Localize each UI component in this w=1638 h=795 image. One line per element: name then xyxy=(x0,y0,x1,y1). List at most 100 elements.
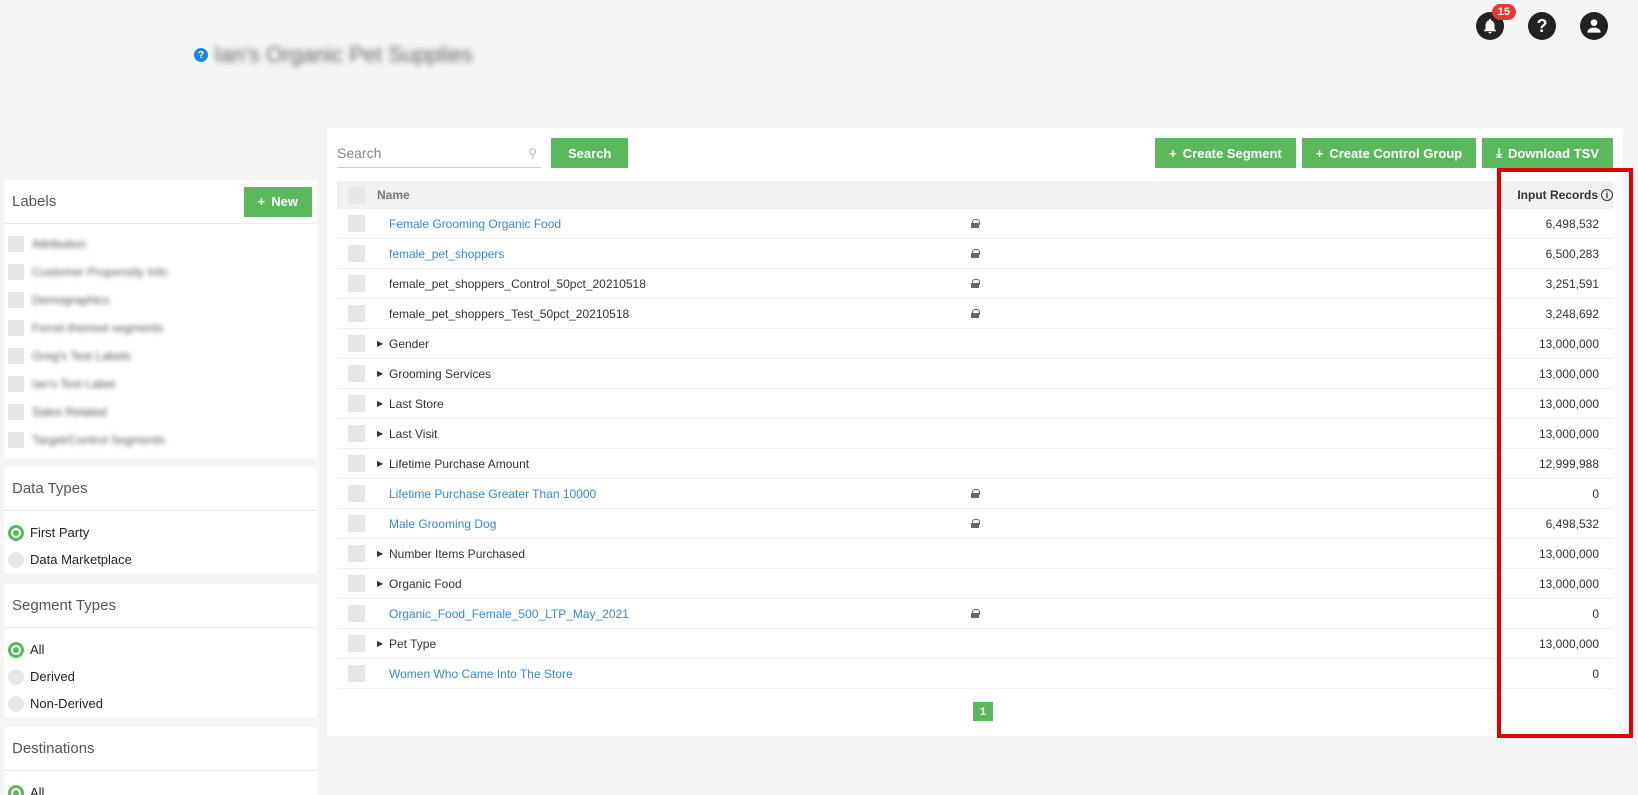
radio-button[interactable] xyxy=(8,784,24,795)
label-item[interactable]: Attribution xyxy=(8,230,317,258)
row-checkbox[interactable] xyxy=(347,275,365,292)
label-item[interactable]: Ian's Test Label xyxy=(8,370,317,398)
row-checkbox[interactable] xyxy=(347,395,365,412)
expand-triangle-icon[interactable]: ▶ xyxy=(377,639,385,648)
table-row: female_pet_shoppers_Test_50pct_20210518 3… xyxy=(337,299,1613,329)
destination-option[interactable]: All xyxy=(8,779,317,795)
row-checkbox[interactable] xyxy=(347,455,365,472)
segment-name[interactable]: Grooming Services xyxy=(389,367,491,381)
labels-panel: Labels + New Attribution Customer Propensi… xyxy=(4,180,317,458)
row-lock-cell xyxy=(955,309,995,318)
label-checkbox[interactable] xyxy=(8,404,24,420)
segment-link[interactable]: Male Grooming Dog xyxy=(389,517,496,531)
search-input[interactable] xyxy=(337,144,507,161)
segment-name[interactable]: Last Visit xyxy=(389,427,437,441)
label-item[interactable]: Greg's Test Labels xyxy=(8,342,317,370)
row-checkbox[interactable] xyxy=(347,335,365,352)
search-button[interactable]: Search xyxy=(551,138,629,168)
label-checkbox[interactable] xyxy=(8,264,24,280)
help-icon[interactable]: ? xyxy=(1528,12,1556,40)
segment-name[interactable]: Gender xyxy=(389,337,429,351)
segment-type-option[interactable]: All xyxy=(8,636,317,663)
search-box: ⚲ xyxy=(337,138,541,168)
user-account-icon[interactable] xyxy=(1580,12,1608,40)
destination-option-label: All xyxy=(30,785,45,795)
new-label-button[interactable]: + New xyxy=(243,186,312,217)
data-type-option[interactable]: First Party xyxy=(8,519,317,546)
table-header: Name Input Records i xyxy=(337,181,1613,209)
row-checkbox[interactable] xyxy=(347,665,365,682)
expand-triangle-icon[interactable]: ▶ xyxy=(377,579,385,588)
row-checkbox[interactable] xyxy=(347,485,365,502)
segment-name[interactable]: Last Store xyxy=(389,397,444,411)
radio-button[interactable] xyxy=(8,641,24,658)
expand-triangle-icon[interactable]: ▶ xyxy=(377,429,385,438)
label-checkbox[interactable] xyxy=(8,348,24,364)
segment-link[interactable]: Women Who Came Into The Store xyxy=(389,667,573,681)
row-checkbox[interactable] xyxy=(347,635,365,652)
data-type-option[interactable]: Data Marketplace xyxy=(8,546,317,573)
select-all-checkbox[interactable] xyxy=(347,186,365,204)
create-control-group-button[interactable]: + Create Control Group xyxy=(1301,138,1477,168)
segment-link[interactable]: Female Grooming Organic Food xyxy=(389,217,561,231)
radio-button[interactable] xyxy=(8,524,24,541)
label-item[interactable]: Ferret-themed segments xyxy=(8,314,317,342)
segment-name[interactable]: Pet Type xyxy=(389,637,436,651)
segment-name[interactable]: Number Items Purchased xyxy=(389,547,525,561)
table-row: ▶ Grooming Services 13,000,000 xyxy=(337,359,1613,389)
expand-triangle-icon[interactable]: ▶ xyxy=(377,369,385,378)
brand-help-icon[interactable]: ? xyxy=(194,48,208,62)
label-item[interactable]: Demographics xyxy=(8,286,317,314)
row-name-cell: ▶ Number Items Purchased xyxy=(375,547,955,561)
segment-name[interactable]: Organic Food xyxy=(389,577,462,591)
label-checkbox[interactable] xyxy=(8,320,24,336)
segment-name: female_pet_shoppers_Control_50pct_202105… xyxy=(389,276,646,291)
info-icon[interactable]: i xyxy=(1601,189,1613,201)
radio-button[interactable] xyxy=(8,551,24,568)
label-item[interactable]: Sales Related xyxy=(8,398,317,426)
row-checkbox[interactable] xyxy=(347,545,365,562)
label-checkbox[interactable] xyxy=(8,432,24,448)
expand-triangle-icon[interactable]: ▶ xyxy=(377,399,385,408)
row-checkbox[interactable] xyxy=(347,605,365,622)
label-text: Sales Related xyxy=(32,405,107,419)
label-item[interactable]: Customer Propensity Info xyxy=(8,258,317,286)
row-checkbox[interactable] xyxy=(347,515,365,532)
label-checkbox[interactable] xyxy=(8,376,24,392)
segment-type-option[interactable]: Derived xyxy=(8,663,317,690)
table-row: Women Who Came Into The Store 0 xyxy=(337,659,1613,689)
segment-link[interactable]: female_pet_shoppers xyxy=(389,247,504,261)
expand-triangle-icon[interactable]: ▶ xyxy=(377,459,385,468)
label-item[interactable]: Target/Control Segments xyxy=(8,426,317,454)
row-checkbox[interactable] xyxy=(347,215,365,232)
row-checkbox[interactable] xyxy=(347,575,365,592)
segment-link[interactable]: Organic_Food_Female_500_LTP_May_2021 xyxy=(389,607,629,621)
label-checkbox[interactable] xyxy=(8,236,24,252)
radio-button[interactable] xyxy=(8,695,24,712)
label-checkbox[interactable] xyxy=(8,292,24,308)
radio-button[interactable] xyxy=(8,668,24,685)
row-name-cell: ▶ Last Store xyxy=(375,397,955,411)
row-checkbox-cell xyxy=(337,395,375,412)
col-name-header[interactable]: Name xyxy=(375,188,955,202)
table-row: female_pet_shoppers 6,500,283 xyxy=(337,239,1613,269)
create-segment-button[interactable]: + Create Segment xyxy=(1155,138,1296,168)
input-records-value: 13,000,000 xyxy=(1538,576,1599,591)
segment-name[interactable]: Lifetime Purchase Amount xyxy=(389,457,529,471)
notifications-bell-icon[interactable]: 15 xyxy=(1476,4,1516,40)
segment-type-option[interactable]: Non-Derived xyxy=(8,690,317,717)
row-checkbox-cell xyxy=(337,575,375,592)
expand-triangle-icon[interactable]: ▶ xyxy=(377,339,385,348)
row-lock-cell xyxy=(955,489,995,498)
page-1-button[interactable]: 1 xyxy=(973,702,993,721)
segment-link[interactable]: Lifetime Purchase Greater Than 10000 xyxy=(389,487,596,501)
col-input-records-header[interactable]: Input Records i xyxy=(1453,188,1613,202)
row-checkbox[interactable] xyxy=(347,365,365,382)
row-checkbox[interactable] xyxy=(347,245,365,262)
row-checkbox[interactable] xyxy=(347,425,365,442)
plus-icon: + xyxy=(257,194,266,209)
expand-triangle-icon[interactable]: ▶ xyxy=(377,549,385,558)
row-name-cell: Lifetime Purchase Greater Than 10000 xyxy=(375,487,955,501)
row-checkbox[interactable] xyxy=(347,305,365,322)
download-tsv-button[interactable]: ⤓ Download TSV xyxy=(1482,138,1613,168)
